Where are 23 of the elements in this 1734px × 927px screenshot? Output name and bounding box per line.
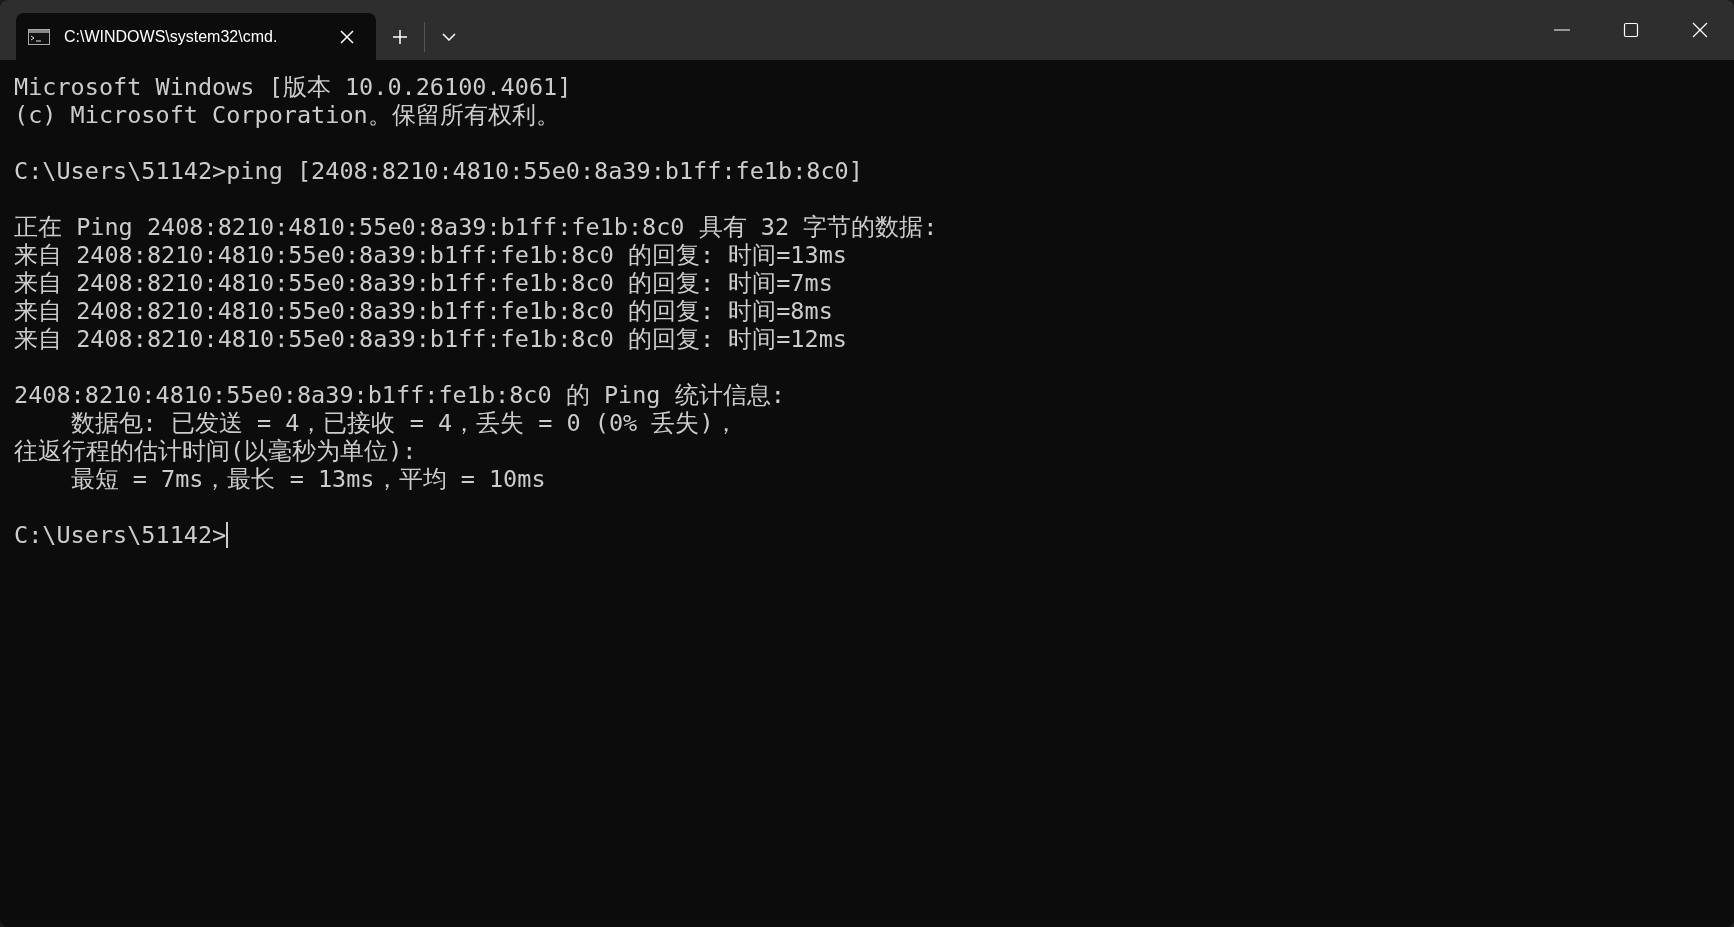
- console-line: 来自 2408:8210:4810:55e0:8a39:b1ff:fe1b:8c0 的回复: 时间=12ms: [14, 325, 848, 353]
- plus-icon: [392, 28, 408, 45]
- console-line: 最短 = 7ms，最长 = 13ms，平均 = 10ms: [69, 465, 547, 493]
- console-line: 往返行程的估计时间(以毫秒为单位):: [14, 437, 418, 465]
- tab-title: C:\WINDOWS\system32\cmd.: [64, 27, 279, 46]
- chevron-down-icon: [442, 32, 456, 41]
- console-line: C:\Users\51142>ping [2408:8210:4810:55e0:8a39:b1ff:fe1b:8c0]: [14, 157, 864, 185]
- console-line: 数据包: 已发送 = 4，已接收 = 4，丢失 = 0 (0% 丢失)，: [69, 409, 739, 437]
- text-cursor: [226, 522, 229, 548]
- console-line: (c) Microsoft Corporation。保留所有权利。: [14, 101, 561, 129]
- terminal-tab[interactable]: C:\WINDOWS\system32\cmd.: [16, 13, 376, 60]
- close-icon: [1691, 22, 1708, 38]
- close-icon: [340, 29, 354, 44]
- console-line: 正在 Ping 2408:8210:4810:55e0:8a39:b1ff:fe1b:8c0 具有 32 字节的数据:: [14, 213, 939, 241]
- console-line: 2408:8210:4810:55e0:8a39:b1ff:fe1b:8c0 的 Ping 统计信息:: [14, 381, 786, 409]
- command-prompt: C:\Users\51142>: [14, 521, 227, 549]
- console-line: 来自 2408:8210:4810:55e0:8a39:b1ff:fe1b:8c0 的回复: 时间=13ms: [14, 241, 848, 269]
- maximize-icon: [1622, 22, 1639, 38]
- console-line: Microsoft Windows [版本 10.0.26100.4061]: [14, 73, 573, 101]
- console-line: 来自 2408:8210:4810:55e0:8a39:b1ff:fe1b:8c0 的回复: 时间=8ms: [14, 297, 834, 325]
- console-icon: [28, 28, 50, 45]
- console-line: 来自 2408:8210:4810:55e0:8a39:b1ff:fe1b:8c0 的回复: 时间=7ms: [14, 269, 834, 297]
- minimize-icon: [1553, 29, 1570, 31]
